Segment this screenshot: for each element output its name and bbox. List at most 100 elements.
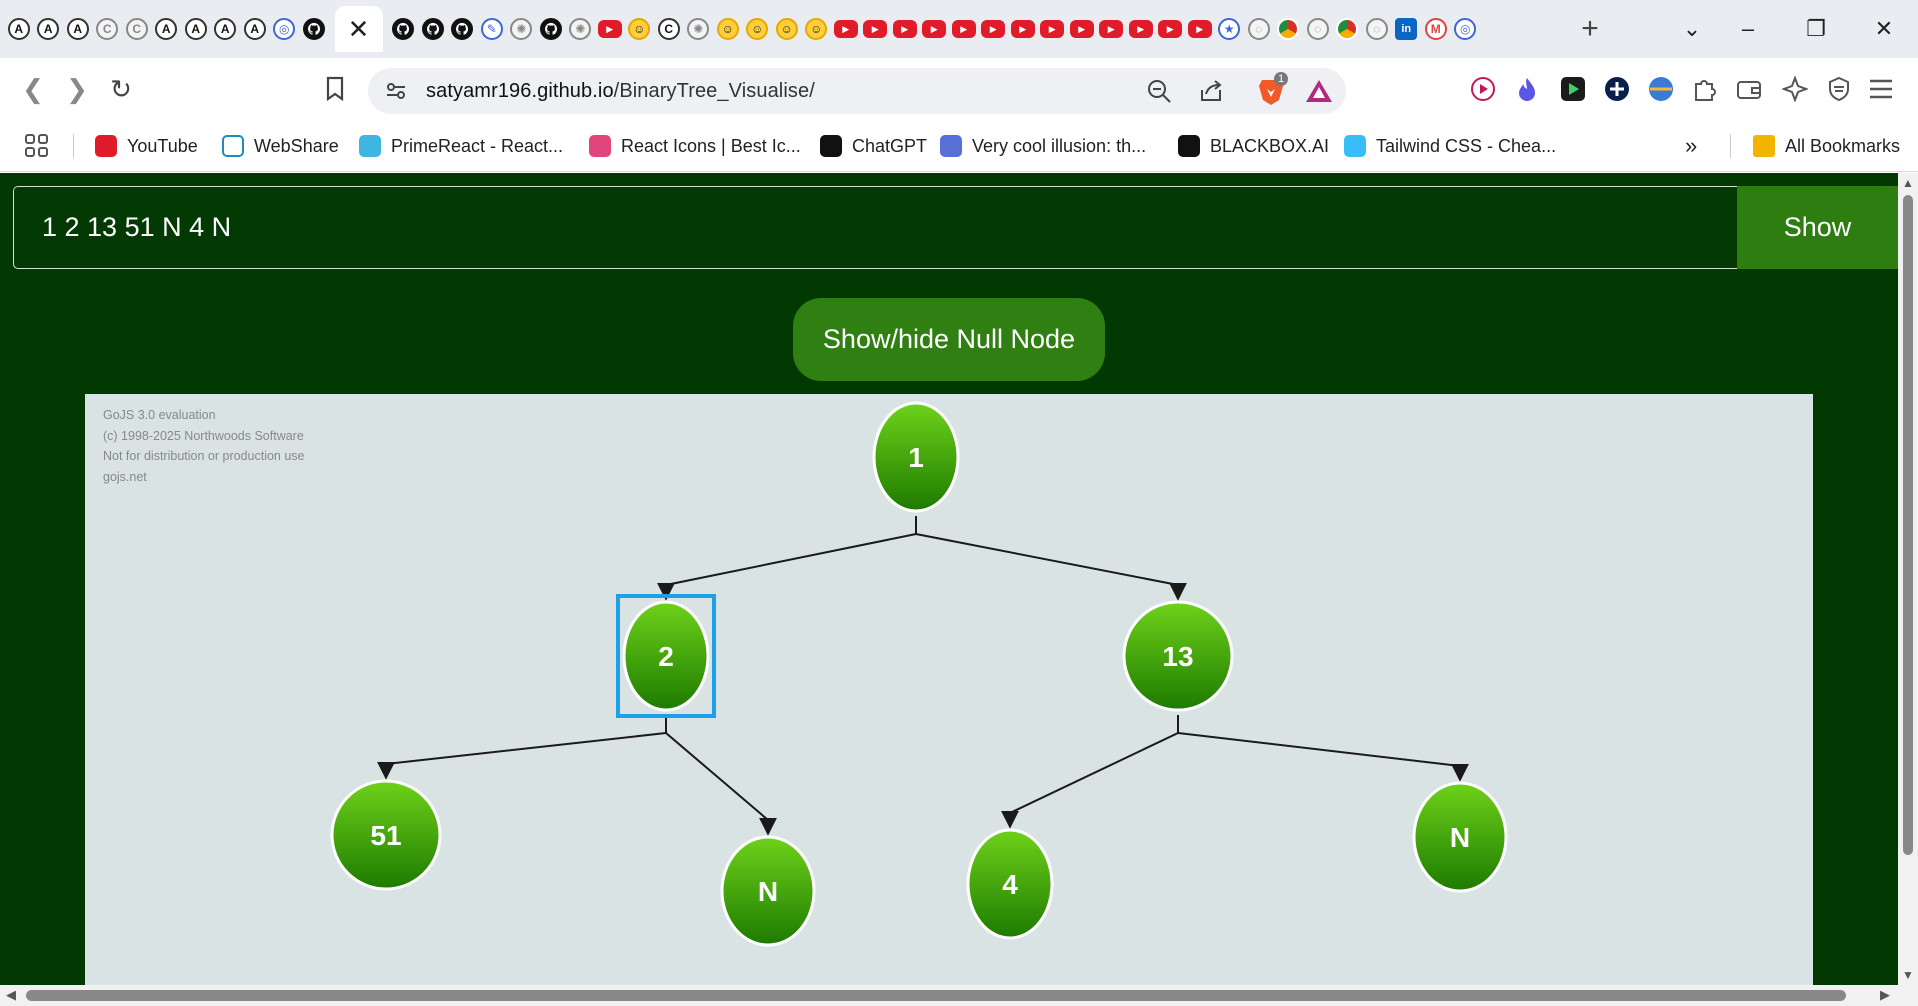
wallet-icon[interactable] (1734, 74, 1764, 104)
vpn-shield-icon[interactable] (1824, 74, 1854, 104)
back-icon[interactable]: ❮ (14, 70, 52, 108)
browser-tab[interactable]: ▶ (1008, 6, 1038, 52)
extension-record-icon[interactable] (1468, 74, 1498, 104)
scroll-left-arrow-icon[interactable]: ◀ (2, 987, 20, 1003)
tree-node[interactable]: 4 (966, 828, 1054, 940)
vertical-scroll-thumb[interactable] (1903, 195, 1913, 855)
browser-tab[interactable]: ▶ (1038, 6, 1068, 52)
bookmark-item[interactable]: BLACKBOX.AI (1178, 132, 1329, 160)
browser-tab[interactable]: A (63, 6, 93, 52)
tree-node[interactable]: N (720, 835, 816, 947)
browser-tab[interactable]: A (4, 6, 34, 52)
leo-ai-icon[interactable] (1780, 74, 1810, 104)
new-tab-button[interactable]: + (1570, 9, 1610, 49)
show-button[interactable]: Show (1737, 186, 1898, 269)
browser-tab[interactable]: ▶ (595, 6, 625, 52)
restore-icon[interactable]: ❐ (1784, 0, 1848, 58)
menu-icon[interactable] (1866, 74, 1896, 104)
bookmark-item[interactable]: WebShare (222, 132, 339, 160)
minimize-icon[interactable]: – (1716, 0, 1780, 58)
bookmark-item[interactable]: Very cool illusion: th... (940, 132, 1146, 160)
browser-tab[interactable]: ☺ (802, 6, 832, 52)
extension-plus-icon[interactable] (1602, 74, 1632, 104)
browser-tab[interactable]: A (240, 6, 270, 52)
browser-tab[interactable]: ☺ (625, 6, 655, 52)
site-settings-icon[interactable] (384, 79, 408, 108)
browser-tab[interactable]: ▶ (831, 6, 861, 52)
browser-tab[interactable]: ☺ (772, 6, 802, 52)
bookmark-item[interactable]: React Icons | Best Ic... (589, 132, 801, 160)
browser-tab[interactable]: ☺ (743, 6, 773, 52)
browser-tab[interactable] (299, 6, 329, 52)
reload-icon[interactable]: ↻ (102, 70, 140, 108)
bookmark-item[interactable]: ChatGPT (820, 132, 927, 160)
bookmark-page-icon[interactable] (316, 70, 354, 108)
browser-tab[interactable]: C (93, 6, 123, 52)
browser-tab[interactable] (448, 6, 478, 52)
scroll-right-arrow-icon[interactable]: ▶ (1876, 987, 1894, 1003)
all-bookmarks-button[interactable]: All Bookmarks (1753, 132, 1900, 160)
browser-tab[interactable]: ✺ (507, 6, 537, 52)
close-tab-icon[interactable]: ✕ (348, 16, 370, 42)
browser-tab[interactable]: ★ (1215, 6, 1245, 52)
tree-values-input[interactable] (13, 186, 1737, 269)
browser-tab[interactable]: C (122, 6, 152, 52)
zoom-out-icon[interactable] (1146, 78, 1172, 109)
extensions-puzzle-icon[interactable] (1690, 74, 1720, 104)
browser-tab[interactable]: ◎ (270, 6, 300, 52)
tree-node[interactable]: 51 (330, 779, 442, 891)
window-close-icon[interactable]: ✕ (1852, 0, 1916, 58)
tree-node[interactable]: 1 (872, 401, 960, 513)
bookmark-item[interactable]: Tailwind CSS - Chea... (1344, 132, 1556, 160)
tree-node[interactable]: 2 (616, 594, 716, 718)
forward-icon[interactable]: ❯ (58, 70, 96, 108)
browser-tab[interactable]: ✎ (477, 6, 507, 52)
browser-tab[interactable]: ▶ (920, 6, 950, 52)
browser-tab[interactable]: ▶ (861, 6, 891, 52)
scroll-down-arrow-icon[interactable]: ▼ (1898, 967, 1918, 983)
browser-tab[interactable]: ▶ (890, 6, 920, 52)
tree-node[interactable]: N (1412, 781, 1508, 893)
share-icon[interactable] (1198, 78, 1224, 109)
browser-tab[interactable] (418, 6, 448, 52)
browser-tab[interactable]: ☺ (713, 6, 743, 52)
extension-play-icon[interactable] (1558, 74, 1588, 104)
vertical-scrollbar[interactable]: ▲ ▼ (1898, 173, 1918, 985)
browser-tab[interactable]: ◌ (1362, 6, 1392, 52)
horizontal-scrollbar[interactable]: ◀ ▶ (0, 985, 1918, 1006)
browser-tab[interactable]: A (34, 6, 64, 52)
browser-tab[interactable] (1333, 6, 1363, 52)
tab-search-chevron-icon[interactable]: ⌄ (1660, 0, 1724, 58)
toggle-null-node-button[interactable]: Show/hide Null Node (793, 298, 1105, 381)
browser-tab[interactable]: ✺ (566, 6, 596, 52)
tree-node[interactable]: 13 (1122, 600, 1234, 712)
tree-diagram-canvas[interactable]: GoJS 3.0 evaluation (c) 1998-2025 Northw… (85, 394, 1813, 985)
bookmark-item[interactable]: PrimeReact - React... (359, 132, 563, 160)
scroll-up-arrow-icon[interactable]: ▲ (1898, 175, 1918, 191)
browser-tab[interactable]: C (654, 6, 684, 52)
extension-flame-icon[interactable] (1512, 74, 1542, 104)
extension-globe-icon[interactable] (1646, 74, 1676, 104)
bookmark-item[interactable]: YouTube (95, 132, 198, 160)
browser-tab[interactable]: ▶ (1185, 6, 1215, 52)
browser-tab[interactable]: ▶ (1097, 6, 1127, 52)
browser-tab[interactable]: ✺ (684, 6, 714, 52)
brave-rewards-icon[interactable] (1305, 78, 1333, 109)
browser-tab[interactable]: ◌ (1303, 6, 1333, 52)
browser-tab[interactable]: ▶ (979, 6, 1009, 52)
active-tab[interactable]: ✕ (334, 6, 383, 52)
browser-tab[interactable]: ▶ (949, 6, 979, 52)
bookmarks-overflow-button[interactable]: » (1685, 132, 1697, 160)
browser-tab[interactable] (536, 6, 566, 52)
browser-tab[interactable]: in (1392, 6, 1422, 52)
browser-tab[interactable]: A (181, 6, 211, 52)
browser-tab[interactable]: A (211, 6, 241, 52)
browser-tab[interactable] (389, 6, 419, 52)
browser-tab[interactable] (1274, 6, 1304, 52)
browser-tab[interactable]: M (1421, 6, 1451, 52)
browser-tab[interactable]: ▶ (1067, 6, 1097, 52)
browser-tab[interactable]: ▶ (1156, 6, 1186, 52)
browser-tab[interactable]: ◎ (1451, 6, 1481, 52)
browser-tab[interactable]: ◌ (1244, 6, 1274, 52)
apps-grid-icon[interactable] (24, 132, 50, 160)
